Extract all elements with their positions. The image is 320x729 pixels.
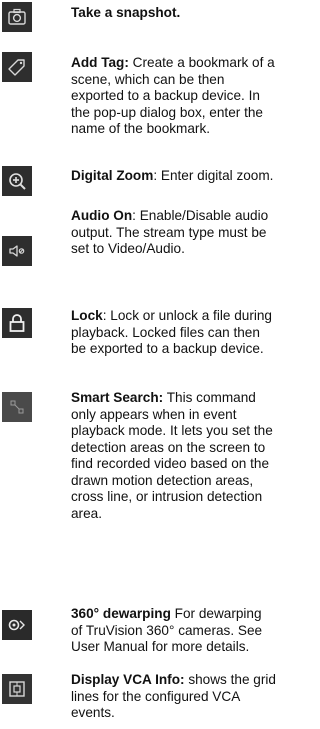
item-term: Take a snapshot. [71, 5, 181, 20]
lock-icon [2, 308, 32, 338]
item-text: Take a snapshot. [71, 5, 276, 22]
item-description: : Enter digital zoom. [153, 168, 274, 183]
item-term: Display VCA Info: [71, 672, 185, 687]
item-term: Audio On [71, 208, 133, 223]
item-term: Lock [71, 308, 103, 323]
item-text: Audio On: Enable/Disable audio output. T… [71, 208, 276, 258]
tag-icon [2, 52, 32, 82]
smart-search-icon [2, 392, 32, 422]
zoom-in-icon [2, 166, 32, 196]
item-text: Add Tag: Create a bookmark of a scene, w… [71, 55, 276, 138]
item-term: 360° dewarping [71, 606, 171, 621]
item-term: Smart Search: [71, 390, 164, 405]
item-description: This command only appears when in event … [71, 390, 273, 521]
item-term: Digital Zoom [71, 168, 154, 183]
item-text: Lock: Lock or unlock a file during playb… [71, 308, 276, 358]
item-text: 360° dewarping For dewarping of TruVisio… [71, 606, 276, 656]
camera-snapshot-icon [2, 2, 32, 32]
item-text: Display VCA Info: shows the grid lines f… [71, 672, 276, 722]
dewarping-360-icon [2, 610, 32, 640]
item-text: Smart Search: This command only appears … [71, 390, 276, 522]
vca-info-icon [2, 674, 32, 704]
item-term: Add Tag: [71, 55, 129, 70]
item-text: Digital Zoom: Enter digital zoom. [71, 168, 276, 185]
speaker-icon [2, 236, 32, 266]
